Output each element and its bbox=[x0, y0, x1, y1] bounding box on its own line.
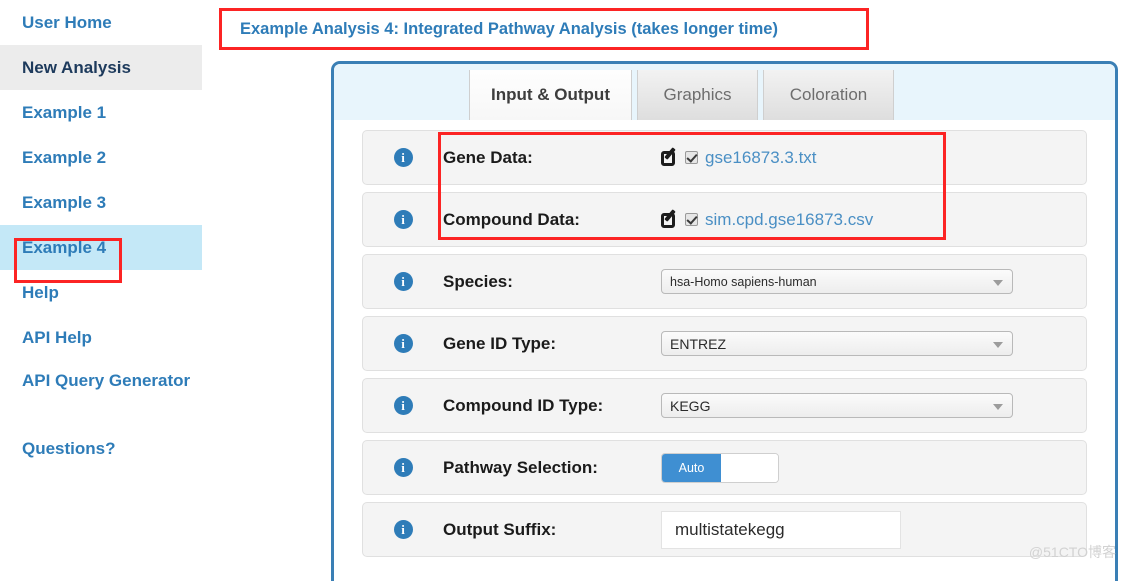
sidebar-item-example-4[interactable]: Example 4 bbox=[0, 225, 202, 270]
sidebar-item-api-query-generator[interactable]: API Query Generator bbox=[0, 360, 202, 426]
form-control: KEGG bbox=[661, 393, 1086, 418]
form-label: Pathway Selection: bbox=[443, 457, 598, 477]
sidebar: User Home New Analysis Example 1 Example… bbox=[0, 0, 202, 570]
sidebar-item-help[interactable]: Help bbox=[0, 270, 202, 315]
tab-graphics[interactable]: Graphics bbox=[637, 70, 758, 120]
form-row-pathway-selection: i Pathway Selection: Auto bbox=[362, 440, 1087, 495]
form-label: Output Suffix: bbox=[443, 519, 557, 539]
sidebar-item-example-2[interactable]: Example 2 bbox=[0, 135, 202, 180]
sidebar-item-new-analysis[interactable]: New Analysis bbox=[0, 45, 202, 90]
sidebar-item-example-1[interactable]: Example 1 bbox=[0, 90, 202, 135]
sidebar-item-label: API Help bbox=[22, 328, 92, 347]
form-control: multistatekegg bbox=[661, 510, 1086, 549]
info-icon: i bbox=[393, 148, 413, 167]
tab-input-output[interactable]: Input & Output bbox=[469, 70, 632, 120]
info-icon-wrap[interactable]: i bbox=[363, 458, 443, 477]
gene-id-type-select-value: ENTREZ bbox=[670, 335, 726, 352]
sidebar-item-label: Help bbox=[22, 283, 59, 302]
pathway-selection-toggle-track bbox=[721, 453, 778, 482]
info-icon: i bbox=[393, 272, 413, 291]
form-control: gse16873.3.txt bbox=[661, 147, 1086, 168]
gene-data-filename[interactable]: gse16873.3.txt bbox=[705, 148, 817, 168]
tab-label: Coloration bbox=[789, 85, 868, 104]
sidebar-item-label: API Query Generator bbox=[22, 371, 191, 390]
compound-data-checkbox[interactable] bbox=[685, 213, 698, 226]
info-icon-wrap[interactable]: i bbox=[363, 210, 443, 229]
form-label: Compound ID Type: bbox=[443, 395, 604, 415]
info-icon: i bbox=[393, 458, 413, 477]
sidebar-item-label: New Analysis bbox=[22, 58, 131, 77]
info-icon-wrap[interactable]: i bbox=[363, 272, 443, 291]
form-body: i Gene Data: gse16873.3.txt i Compound D… bbox=[334, 120, 1115, 557]
gene-data-checkbox[interactable] bbox=[685, 151, 698, 164]
species-select-value: hsa-Homo sapiens-human bbox=[670, 274, 817, 289]
chevron-down-icon bbox=[993, 279, 1003, 286]
info-icon-wrap[interactable]: i bbox=[363, 334, 443, 353]
form-control: hsa-Homo sapiens-human bbox=[661, 269, 1086, 294]
sidebar-item-label: User Home bbox=[22, 13, 112, 32]
compound-id-type-select[interactable]: KEGG bbox=[661, 393, 1013, 418]
info-icon: i bbox=[393, 396, 413, 415]
gene-id-type-select[interactable]: ENTREZ bbox=[661, 331, 1013, 356]
form-label: Gene Data: bbox=[443, 147, 533, 167]
form-row-output-suffix: i Output Suffix: multistatekegg bbox=[362, 502, 1087, 557]
sidebar-item-label: Example 4 bbox=[22, 238, 107, 257]
form-row-compound-id-type: i Compound ID Type: KEGG bbox=[362, 378, 1087, 433]
sidebar-item-api-help[interactable]: API Help bbox=[0, 315, 202, 360]
chevron-down-icon bbox=[993, 403, 1003, 410]
edit-icon[interactable] bbox=[661, 147, 680, 167]
compound-data-filename[interactable]: sim.cpd.gse16873.csv bbox=[705, 210, 873, 230]
form-control: ENTREZ bbox=[661, 331, 1086, 356]
sidebar-item-example-3[interactable]: Example 3 bbox=[0, 180, 202, 225]
sidebar-item-label: Example 2 bbox=[22, 148, 107, 167]
form-label: Species: bbox=[443, 271, 513, 291]
species-select[interactable]: hsa-Homo sapiens-human bbox=[661, 269, 1013, 294]
info-icon-wrap[interactable]: i bbox=[363, 148, 443, 167]
form-control: sim.cpd.gse16873.csv bbox=[661, 209, 1086, 230]
analysis-panel: Input & Output Graphics Coloration i Gen… bbox=[331, 61, 1118, 581]
form-row-gene-id-type: i Gene ID Type: ENTREZ bbox=[362, 316, 1087, 371]
sidebar-item-user-home[interactable]: User Home bbox=[0, 0, 202, 45]
form-label: Gene ID Type: bbox=[443, 333, 557, 353]
form-control: Auto bbox=[661, 452, 1086, 483]
watermark: @51CTO博客 bbox=[1028, 544, 1116, 560]
form-row-species: i Species: hsa-Homo sapiens-human bbox=[362, 254, 1087, 309]
page-title: Example Analysis 4: Integrated Pathway A… bbox=[240, 19, 778, 38]
tab-label: Input & Output bbox=[491, 85, 610, 104]
output-suffix-input[interactable]: multistatekegg bbox=[661, 510, 901, 549]
info-icon-wrap[interactable]: i bbox=[363, 520, 443, 539]
page-title-banner: Example Analysis 4: Integrated Pathway A… bbox=[219, 8, 869, 50]
info-icon-wrap[interactable]: i bbox=[363, 396, 443, 415]
sidebar-item-label: Example 3 bbox=[22, 193, 107, 212]
form-label: Compound Data: bbox=[443, 209, 580, 229]
sidebar-item-label: Example 1 bbox=[22, 103, 107, 122]
tab-bar: Input & Output Graphics Coloration bbox=[334, 64, 1115, 120]
pathway-selection-toggle[interactable]: Auto bbox=[661, 452, 779, 483]
chevron-down-icon bbox=[993, 341, 1003, 348]
sidebar-item-questions[interactable]: Questions? bbox=[0, 426, 202, 471]
tab-coloration[interactable]: Coloration bbox=[763, 70, 894, 120]
sidebar-item-label: Questions? bbox=[22, 439, 116, 458]
edit-icon[interactable] bbox=[661, 209, 680, 229]
info-icon: i bbox=[393, 334, 413, 353]
form-row-gene-data: i Gene Data: gse16873.3.txt bbox=[362, 130, 1087, 185]
form-row-compound-data: i Compound Data: sim.cpd.gse16873.csv bbox=[362, 192, 1087, 247]
tab-label: Graphics bbox=[663, 85, 732, 104]
compound-id-type-select-value: KEGG bbox=[670, 397, 711, 414]
info-icon: i bbox=[393, 520, 413, 539]
info-icon: i bbox=[393, 210, 413, 229]
pathway-selection-toggle-on-label: Auto bbox=[662, 453, 721, 482]
